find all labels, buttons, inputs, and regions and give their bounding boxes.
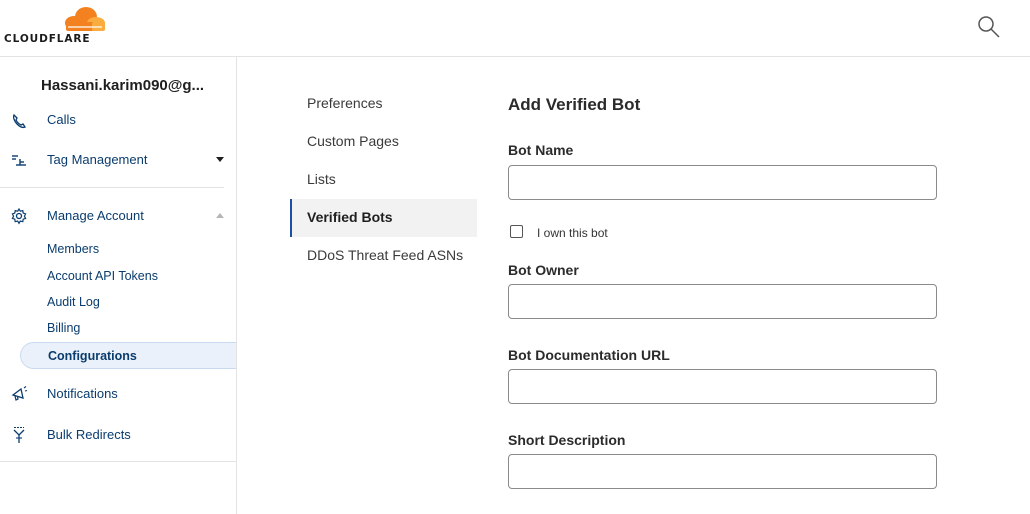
sidebar-item-bulk-redirects[interactable]: Bulk Redirects [0, 426, 236, 444]
own-bot-checkbox[interactable] [510, 225, 523, 238]
search-icon [978, 16, 1000, 38]
sidebar-item-label: Manage Account [47, 208, 144, 223]
sidebar: Hassani.karim090@g... Calls Tag Manageme… [0, 57, 237, 514]
brand-name: CLOUDFLARE [4, 33, 91, 45]
sidebar-item-label: Bulk Redirects [47, 427, 131, 442]
short-description-input[interactable] [508, 454, 937, 489]
megaphone-icon [11, 386, 28, 401]
redirect-icon [13, 426, 25, 443]
bot-documentation-url-input[interactable] [508, 369, 937, 404]
phone-icon [12, 113, 26, 129]
sidebar-subitem-configurations[interactable]: Configurations [20, 342, 236, 369]
tag-management-icon [12, 155, 26, 166]
sidebar-subitem-audit-log[interactable]: Audit Log [47, 295, 100, 309]
account-name[interactable]: Hassani.karim090@g... [41, 77, 204, 94]
subnav-lists[interactable]: Lists [290, 161, 477, 199]
sidebar-item-tag-management[interactable]: Tag Management [0, 151, 236, 169]
sidebar-subitem-members[interactable]: Members [47, 242, 99, 256]
chevron-down-icon[interactable] [216, 157, 224, 162]
sidebar-item-calls[interactable]: Calls [0, 112, 236, 130]
short-description-label: Short Description [508, 432, 626, 448]
search-button[interactable] [976, 14, 1002, 40]
sidebar-item-label: Calls [47, 112, 76, 127]
sidebar-item-label: Tag Management [47, 152, 148, 167]
gear-icon [11, 207, 27, 225]
subnav-label: DDoS Threat Feed ASNs [307, 247, 464, 263]
cloudflare-logo[interactable]: CLOUDFLARE [4, 6, 114, 48]
sidebar-item-notifications[interactable]: Notifications [0, 385, 236, 403]
sidebar-subitem-billing[interactable]: Billing [47, 321, 80, 335]
sidebar-subitem-label: Configurations [48, 349, 137, 363]
own-bot-label: I own this bot [537, 226, 608, 240]
subnav-label: Custom Pages [307, 133, 399, 149]
subnav-ddos-threat-feed-asns[interactable]: DDoS Threat Feed ASNs [290, 237, 477, 275]
sidebar-subitem-account-api-tokens[interactable]: Account API Tokens [47, 269, 158, 283]
subnav-preferences[interactable]: Preferences [290, 85, 477, 123]
sidebar-item-manage-account[interactable]: Manage Account [0, 207, 236, 225]
subnav-verified-bots[interactable]: Verified Bots [290, 199, 477, 237]
sidebar-divider [0, 461, 236, 462]
subnav-label: Verified Bots [307, 209, 393, 225]
chevron-up-icon[interactable] [216, 213, 224, 218]
subnav-label: Lists [307, 171, 336, 187]
top-header: CLOUDFLARE [0, 0, 1030, 57]
sidebar-item-label: Notifications [47, 386, 118, 401]
subnav-custom-pages[interactable]: Custom Pages [290, 123, 477, 161]
cloud-logo-icon [65, 7, 105, 31]
bot-documentation-url-label: Bot Documentation URL [508, 347, 670, 363]
page-title: Add Verified Bot [508, 95, 641, 114]
bot-name-input[interactable] [508, 165, 937, 200]
subnav-label: Preferences [307, 95, 383, 111]
bot-owner-label: Bot Owner [508, 262, 579, 278]
bot-name-label: Bot Name [508, 142, 574, 158]
sidebar-divider [0, 187, 224, 188]
bot-owner-input[interactable] [508, 284, 937, 319]
